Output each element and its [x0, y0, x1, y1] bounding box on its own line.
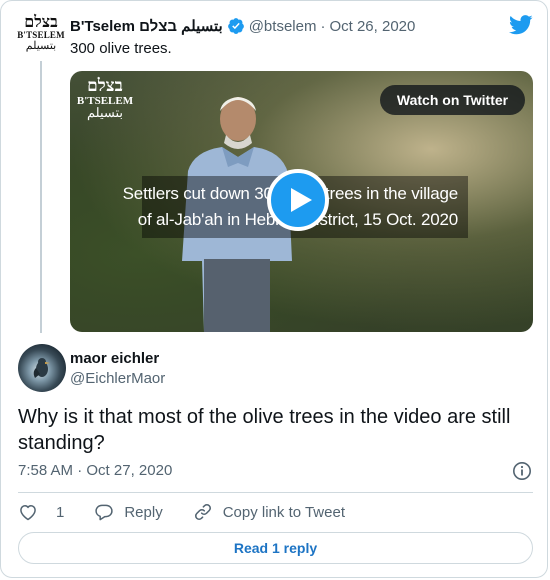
like-button[interactable]: 1: [18, 502, 64, 522]
verified-badge-icon: [227, 18, 244, 34]
twitter-bird-icon[interactable]: [509, 15, 533, 35]
btselem-avatar[interactable]: בצלם B'TSELEM بتسيلم: [17, 12, 64, 55]
tweet-actions-bar: 1 Reply Copy link to Tweet: [18, 500, 375, 524]
watermark-arabic: بتسيلم: [86, 106, 124, 121]
avatar-hebrew-text: בצלם: [24, 12, 58, 31]
reply-author-handle[interactable]: @EichlerMaor: [70, 370, 165, 387]
play-button[interactable]: [267, 169, 329, 231]
video-player[interactable]: בצלם B'TSELEM بتسيلم Watch on Twitter Se…: [70, 71, 533, 332]
avatar-bird-image: [33, 358, 50, 378]
timestamp-separator: ·: [77, 462, 83, 479]
parent-tweet-text: 300 olive trees.: [70, 40, 172, 57]
reply-timestamp[interactable]: 7:58 AM · Oct 27, 2020: [18, 462, 172, 479]
read-replies-button[interactable]: Read 1 reply: [18, 532, 533, 564]
reply-button[interactable]: Reply: [94, 502, 163, 522]
watermark-hebrew: בצלם: [87, 76, 123, 96]
reply-time: 7:58 AM: [18, 462, 74, 479]
copy-link-button[interactable]: Copy link to Tweet: [193, 502, 345, 522]
link-icon: [194, 504, 211, 520]
like-count: 1: [56, 503, 65, 521]
thread-connector-line: [40, 61, 42, 333]
heart-icon: [20, 505, 36, 521]
parent-date[interactable]: Oct 26, 2020: [329, 18, 415, 35]
reply-author-name[interactable]: maor eichler: [70, 350, 159, 367]
reply-author-avatar[interactable]: [18, 344, 66, 392]
reply-bubble-icon: [95, 504, 114, 521]
parent-author-name[interactable]: B'Tselem بتسيلم בצלם: [70, 17, 223, 35]
avatar-arabic-text: بتسيلم: [25, 39, 57, 52]
tweet-card: בצלם B'TSELEM بتسيلم B'Tselem بتسيلم בצל…: [0, 0, 548, 578]
reply-date: Oct 27, 2020: [86, 462, 173, 479]
copy-link-label: Copy link to Tweet: [222, 503, 345, 521]
reply-tweet-text: Why is it that most of the olive trees i…: [18, 406, 511, 454]
play-icon: [291, 188, 312, 212]
watch-on-twitter-button[interactable]: Watch on Twitter: [380, 85, 525, 115]
parent-tweet-header: B'Tselem بتسيلم בצלם @btselem · Oct 26, …: [70, 16, 415, 36]
reply-label: Reply: [124, 503, 163, 521]
info-icon[interactable]: [512, 461, 532, 481]
meta-separator: ·: [320, 17, 326, 35]
divider: [18, 492, 533, 493]
video-watermark-logo: בצלם B'TSELEM بتسيلم: [76, 77, 134, 121]
parent-handle[interactable]: @btselem: [249, 18, 317, 35]
